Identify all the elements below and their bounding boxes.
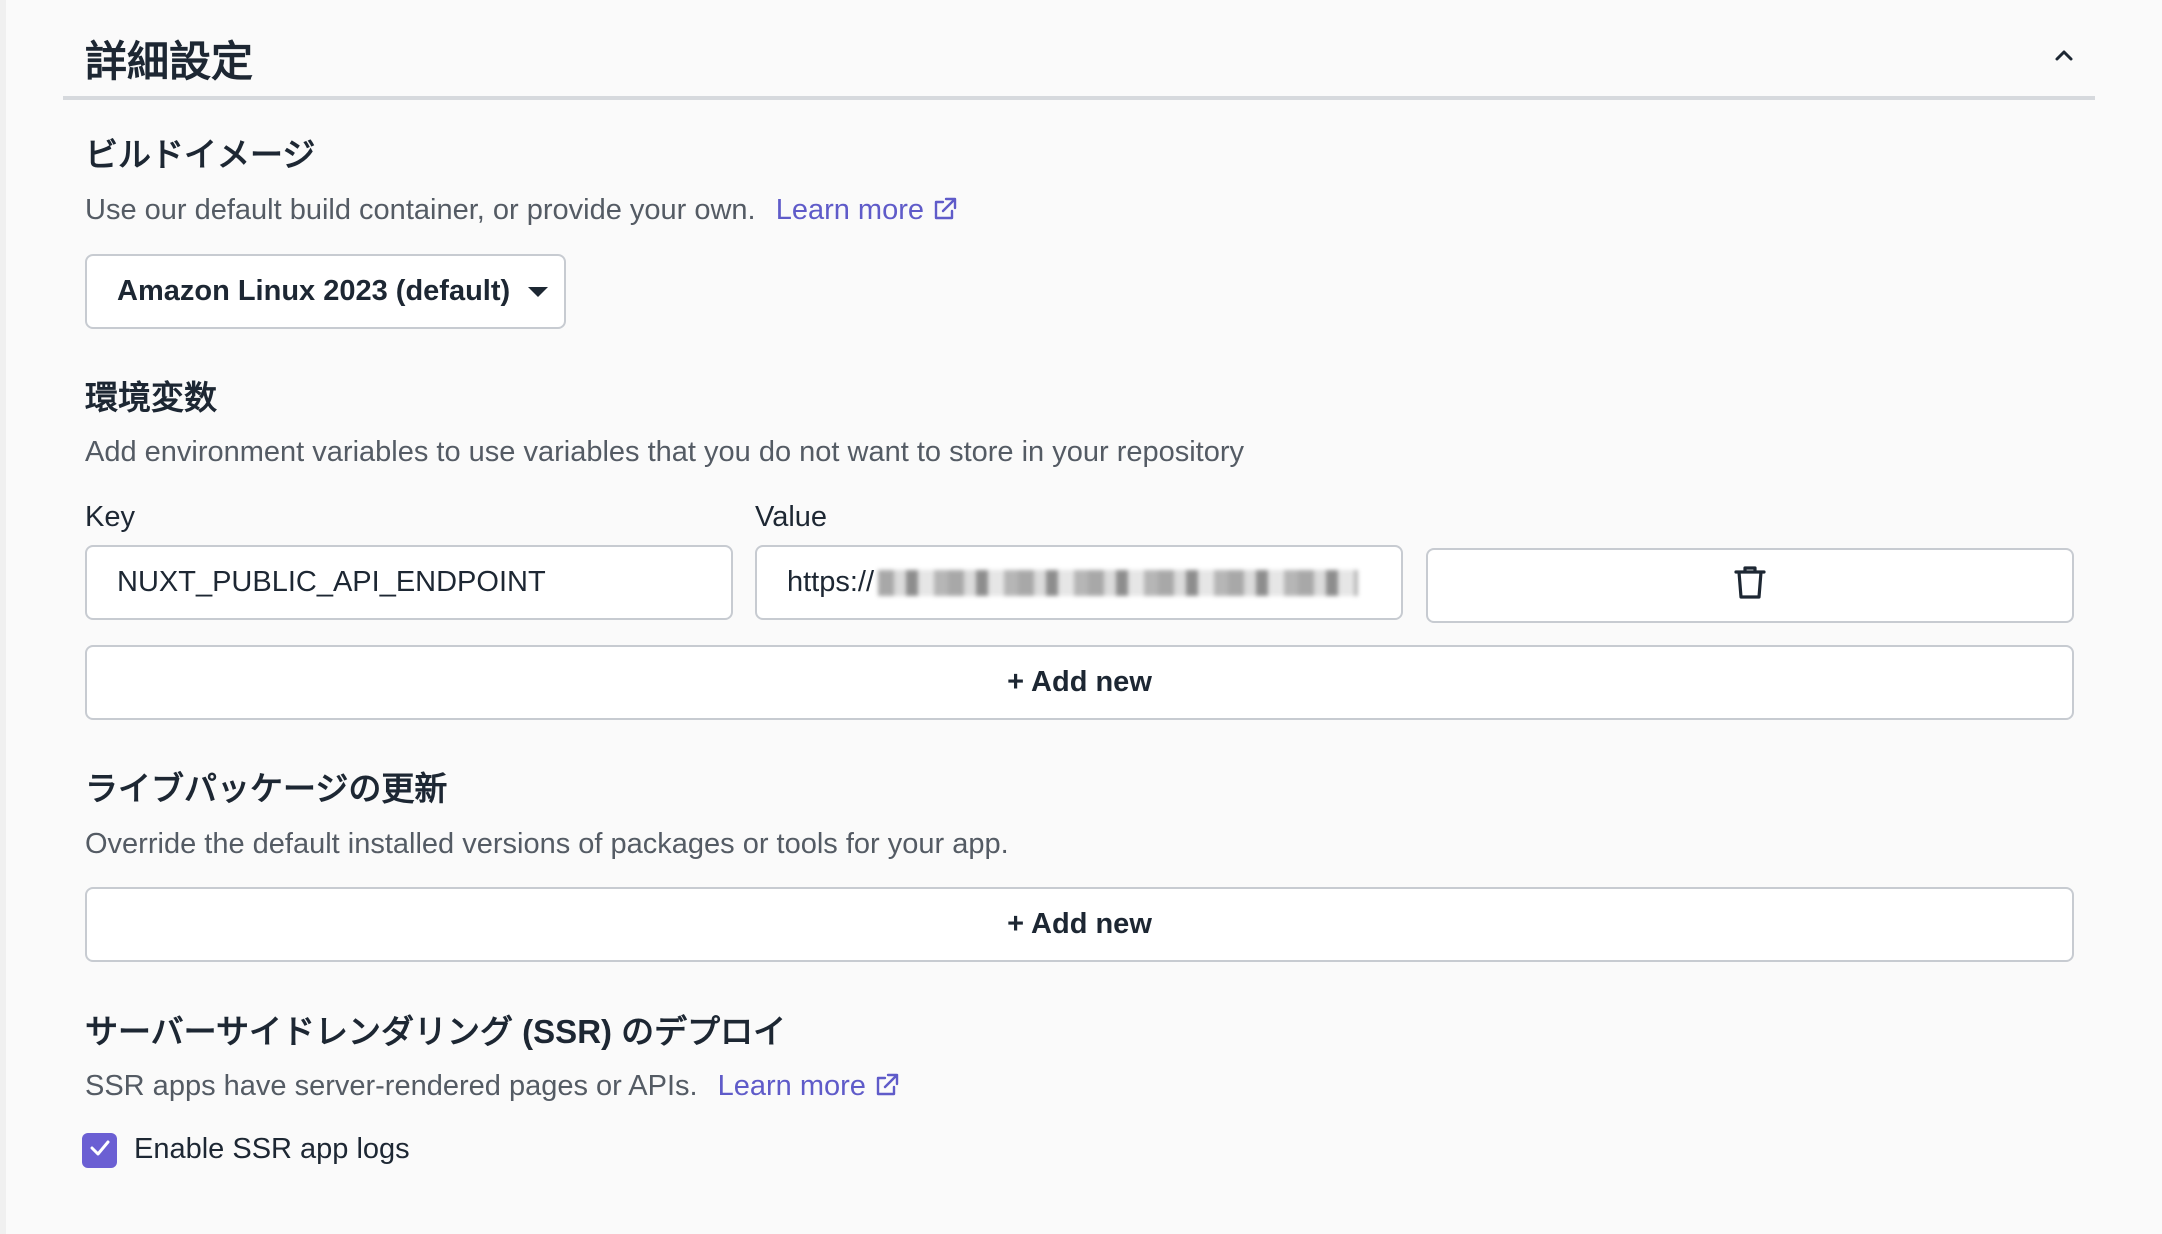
left-edge-divider: [0, 0, 6, 1234]
remove-env-var-button[interactable]: [1426, 548, 2074, 623]
enable-ssr-logs-checkbox[interactable]: [82, 1133, 117, 1168]
enable-ssr-logs-label[interactable]: Enable SSR app logs: [134, 1133, 410, 1166]
add-env-var-button[interactable]: + Add new: [85, 645, 2074, 720]
checkmark-icon: [87, 1135, 113, 1166]
redacted-value: [878, 569, 1359, 596]
learn-more-label: Learn more: [717, 1070, 866, 1102]
env-vars-title: 環境変数: [85, 379, 217, 416]
panel-header[interactable]: 詳細設定: [63, 0, 2095, 100]
ssr-learn-more-link[interactable]: Learn more: [718, 1070, 900, 1102]
advanced-settings-page: 詳細設定 ビルドイメージ Use our default build conta…: [0, 0, 2162, 1234]
build-image-title: ビルドイメージ: [85, 136, 316, 173]
value-label: Value: [755, 501, 828, 533]
live-packages-description: Override the default installed versions …: [85, 828, 1009, 860]
build-image-learn-more-link[interactable]: Learn more: [776, 194, 958, 226]
ssr-description: SSR apps have server-rendered pages or A…: [85, 1070, 900, 1106]
env-key-value: NUXT_PUBLIC_API_ENDPOINT: [117, 566, 546, 598]
ssr-description-text: SSR apps have server-rendered pages or A…: [85, 1070, 698, 1102]
external-link-icon: [874, 1072, 900, 1106]
env-value-input[interactable]: https://: [755, 545, 1403, 620]
caret-down-icon: [528, 286, 549, 297]
chevron-up-icon[interactable]: [2047, 38, 2081, 72]
env-value-text: https://: [787, 566, 875, 598]
panel-title: 詳細設定: [85, 38, 254, 85]
build-image-description: Use our default build container, or prov…: [85, 194, 958, 230]
external-link-icon: [932, 196, 958, 230]
build-image-description-text: Use our default build container, or prov…: [85, 194, 756, 226]
learn-more-label: Learn more: [775, 194, 924, 226]
build-image-select[interactable]: Amazon Linux 2023 (default): [85, 254, 566, 329]
build-image-selected-value: Amazon Linux 2023 (default): [117, 275, 511, 307]
add-live-package-button[interactable]: + Add new: [85, 887, 2074, 962]
key-label: Key: [85, 501, 135, 533]
env-key-input[interactable]: NUXT_PUBLIC_API_ENDPOINT: [85, 545, 733, 620]
trash-icon: [1731, 563, 1769, 609]
env-vars-description: Add environment variables to use variabl…: [85, 436, 1245, 468]
live-packages-title: ライブパッケージの更新: [85, 770, 448, 807]
ssr-title: サーバーサイドレンダリング (SSR) のデプロイ: [85, 1013, 787, 1050]
